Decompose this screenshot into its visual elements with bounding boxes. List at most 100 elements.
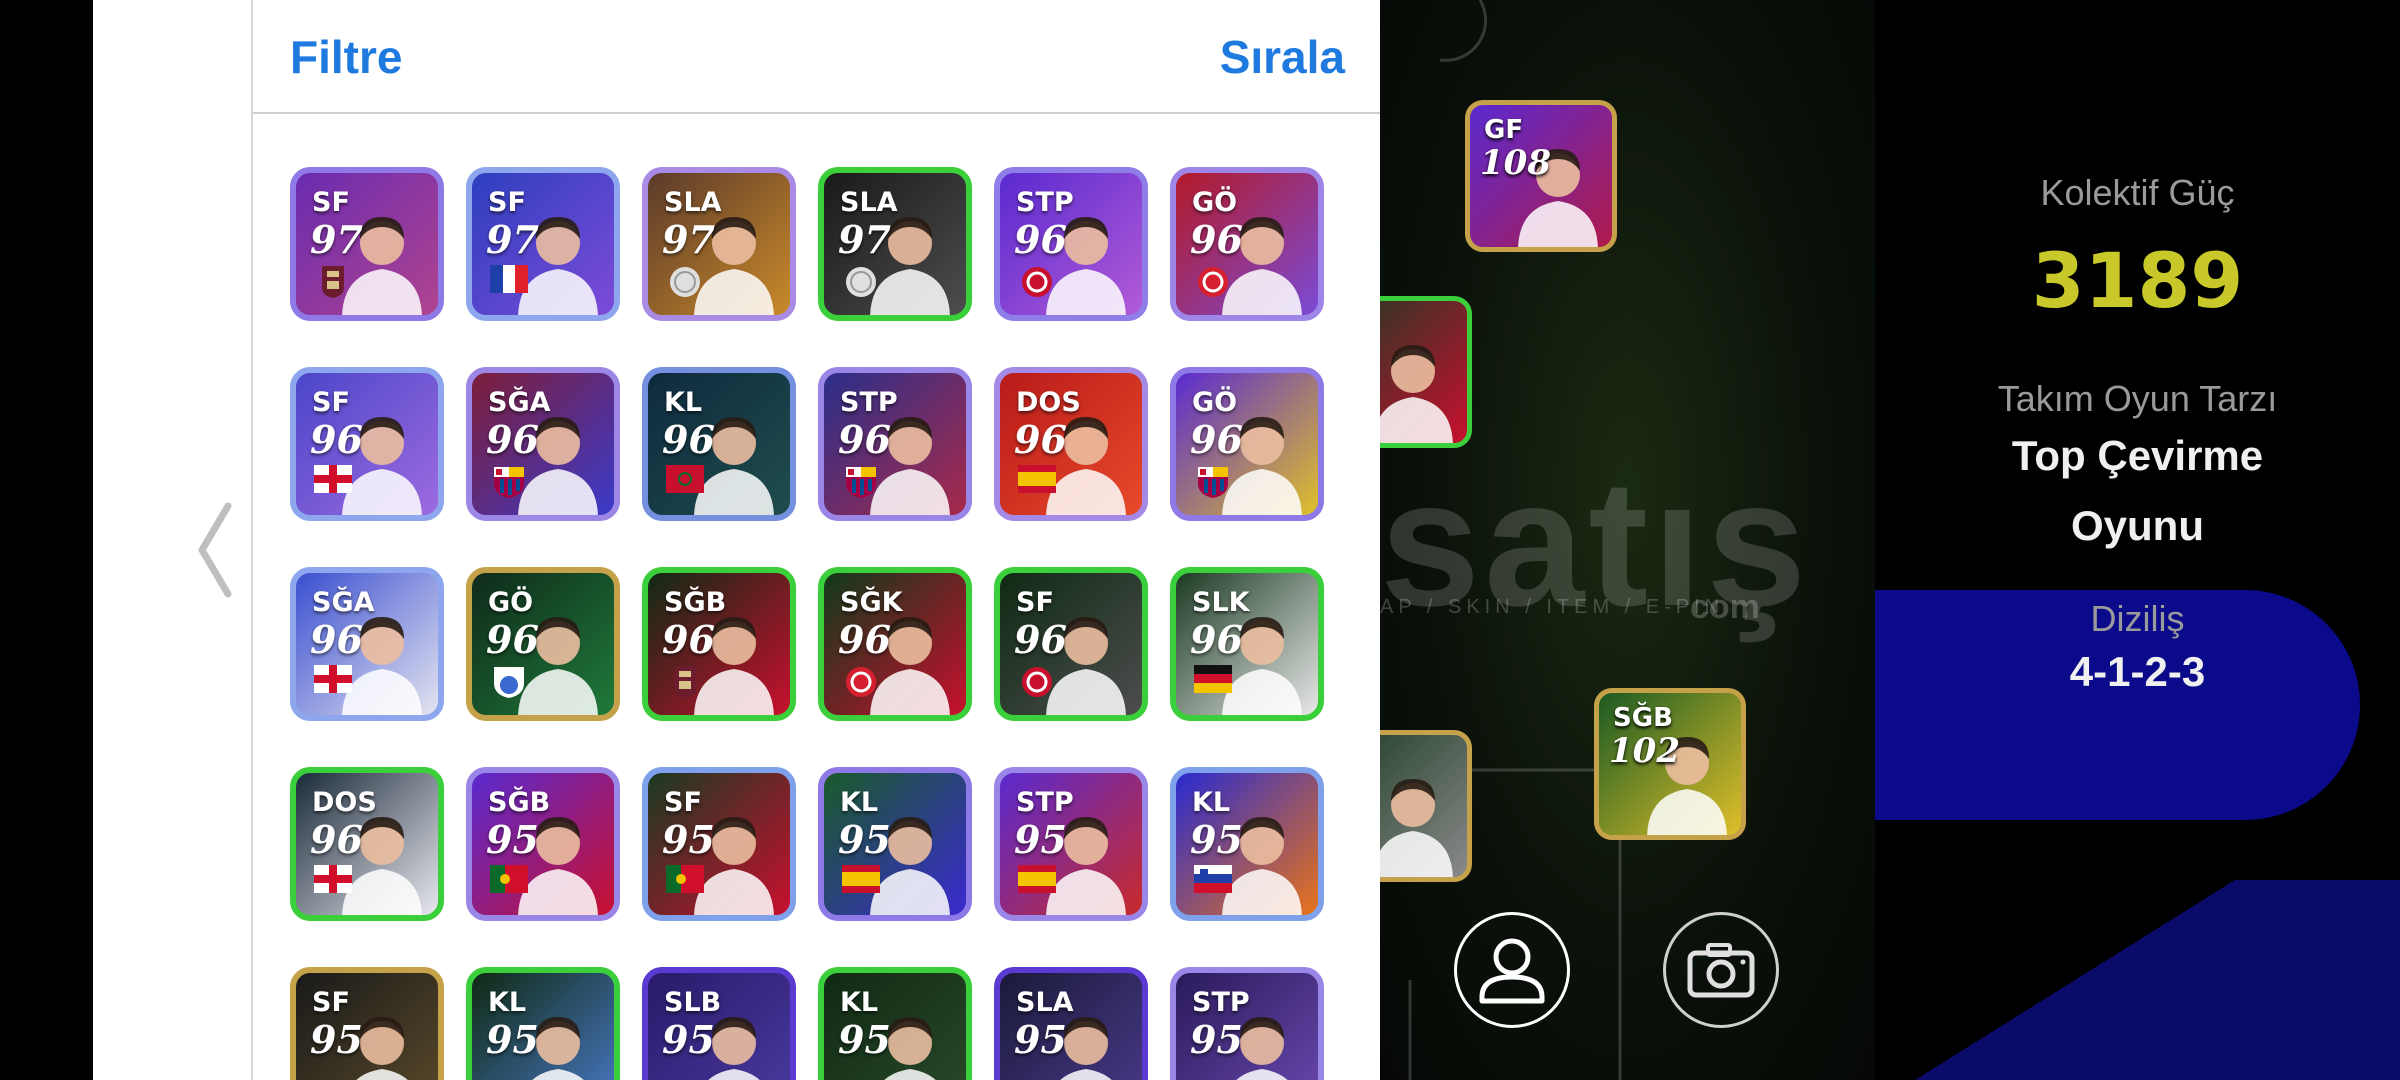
nation-flag-icon xyxy=(1018,465,1056,493)
player-card[interactable]: GÖ 96 xyxy=(1170,167,1324,321)
player-rating: 97 xyxy=(838,217,891,262)
player-position: KL xyxy=(664,387,703,418)
club-badge-icon xyxy=(842,665,880,697)
player-position: SĞK xyxy=(840,587,903,618)
pitch-player-card[interactable] xyxy=(1380,730,1472,882)
player-card[interactable]: SĞB 96 xyxy=(642,567,796,721)
player-rating: 96 xyxy=(662,617,715,662)
player-rating: 96 xyxy=(838,417,891,462)
team-playstyle-value-line2: Oyunu xyxy=(2071,502,2204,549)
collective-power-value: 3189 xyxy=(2031,236,2244,325)
player-card[interactable]: DOS 96 xyxy=(290,767,444,921)
player-rating: 96 xyxy=(1014,217,1067,262)
player-rating: 97 xyxy=(486,217,539,262)
player-card[interactable]: SLA 97 xyxy=(642,167,796,321)
club-badge-icon xyxy=(1194,265,1232,297)
player-rating: 97 xyxy=(310,217,363,262)
player-card[interactable]: SĞB 95 xyxy=(466,767,620,921)
club-badge-icon xyxy=(490,465,528,498)
player-portrait xyxy=(1380,771,1459,877)
player-rating: 96 xyxy=(1190,417,1243,462)
player-rating: 95 xyxy=(486,1017,539,1062)
player-card[interactable]: GÖ 96 xyxy=(466,567,620,721)
sort-button[interactable]: Sırala xyxy=(1220,30,1345,84)
nation-flag-icon xyxy=(314,665,352,693)
player-rating: 96 xyxy=(1014,617,1067,662)
player-card[interactable]: SF 96 xyxy=(290,367,444,521)
player-card[interactable]: SĞA 96 xyxy=(290,567,444,721)
nation-flag-icon xyxy=(666,865,704,893)
player-rating: 97 xyxy=(662,217,715,262)
chevron-left-icon[interactable] xyxy=(190,500,240,600)
player-card[interactable]: SLA 97 xyxy=(818,167,972,321)
player-card[interactable]: KL 95 xyxy=(818,967,972,1080)
player-position: SĞA xyxy=(488,387,551,418)
pitch-player-card[interactable]: SĞB 102 xyxy=(1594,688,1746,840)
filter-button[interactable]: Filtre xyxy=(290,30,402,84)
player-card[interactable]: SF 97 xyxy=(290,167,444,321)
player-card[interactable]: SF 95 xyxy=(290,967,444,1080)
pitch-player-card[interactable] xyxy=(1380,296,1472,448)
player-position: KL xyxy=(840,987,879,1018)
player-rating: 95 xyxy=(1190,1017,1243,1062)
player-position: SĞB xyxy=(664,587,727,618)
player-card[interactable]: KL 95 xyxy=(818,767,972,921)
player-card[interactable]: STP 95 xyxy=(1170,967,1324,1080)
player-card[interactable]: STP 96 xyxy=(818,367,972,521)
player-card[interactable]: KL 95 xyxy=(466,967,620,1080)
player-card[interactable]: GÖ 96 xyxy=(1170,367,1324,521)
player-card[interactable]: DOS 96 xyxy=(994,367,1148,521)
player-card[interactable]: SĞK 96 xyxy=(818,567,972,721)
formation-label: Diziliş xyxy=(2090,598,2185,639)
player-rating: 96 xyxy=(310,817,363,862)
player-position: DOS xyxy=(312,787,377,818)
player-position: SF xyxy=(312,187,350,218)
pitch-player-card[interactable]: GF 108 xyxy=(1465,100,1617,252)
panel-header: Filtre Sırala xyxy=(253,0,1382,114)
player-rating: 95 xyxy=(486,817,539,862)
club-badge-icon xyxy=(666,265,704,297)
nation-flag-icon xyxy=(490,265,528,293)
nation-flag-icon xyxy=(314,465,352,493)
player-card[interactable]: SLA 95 xyxy=(994,967,1148,1080)
player-position: GF xyxy=(1484,115,1524,145)
player-rating: 96 xyxy=(1190,617,1243,662)
player-card[interactable]: SLB 95 xyxy=(642,967,796,1080)
player-rating: 95 xyxy=(310,1017,363,1062)
club-badge-icon xyxy=(1018,665,1056,697)
player-position: STP xyxy=(840,387,898,418)
player-card[interactable]: SLK 96 xyxy=(1170,567,1324,721)
formation-value: 4-1-2-3 xyxy=(2069,648,2206,695)
player-position: SLA xyxy=(664,187,722,218)
player-rating: 95 xyxy=(1014,1017,1067,1062)
player-rating: 95 xyxy=(1190,817,1243,862)
player-card[interactable]: STP 96 xyxy=(994,167,1148,321)
player-card[interactable]: STP 95 xyxy=(994,767,1148,921)
player-card[interactable]: KL 96 xyxy=(642,367,796,521)
player-position: SLA xyxy=(840,187,898,218)
player-position: KL xyxy=(1192,787,1231,818)
profile-button[interactable] xyxy=(1454,912,1570,1028)
nation-flag-icon xyxy=(1194,865,1232,893)
player-rating: 96 xyxy=(1014,417,1067,462)
player-position: SĞB xyxy=(488,787,551,818)
player-rating: 95 xyxy=(838,817,891,862)
club-badge-icon xyxy=(666,665,704,698)
player-card[interactable]: SĞA 96 xyxy=(466,367,620,521)
team-playstyle-label: Takım Oyun Tarzı xyxy=(1997,378,2278,419)
player-rating: 96 xyxy=(662,417,715,462)
camera-button[interactable] xyxy=(1663,912,1779,1028)
player-position: GÖ xyxy=(1192,187,1238,218)
club-badge-icon xyxy=(842,465,880,498)
player-card[interactable]: SF 97 xyxy=(466,167,620,321)
player-position: DOS xyxy=(1016,387,1081,418)
player-card[interactable]: KL 95 xyxy=(1170,767,1324,921)
club-badge-icon xyxy=(1194,465,1232,498)
team-info-panel: Kolektif Güç 3189 Takım Oyun Tarzı Top Ç… xyxy=(1875,0,2400,1080)
watermark-subtitle: AP / SKIN / ITEM / E-PIN xyxy=(1380,596,1725,618)
player-card[interactable]: SF 96 xyxy=(994,567,1148,721)
player-card[interactable]: SF 95 xyxy=(642,767,796,921)
player-rating: 102 xyxy=(1609,731,1680,771)
nation-flag-icon xyxy=(1018,865,1056,893)
team-playstyle-value-line1: Top Çevirme xyxy=(2011,432,2264,479)
